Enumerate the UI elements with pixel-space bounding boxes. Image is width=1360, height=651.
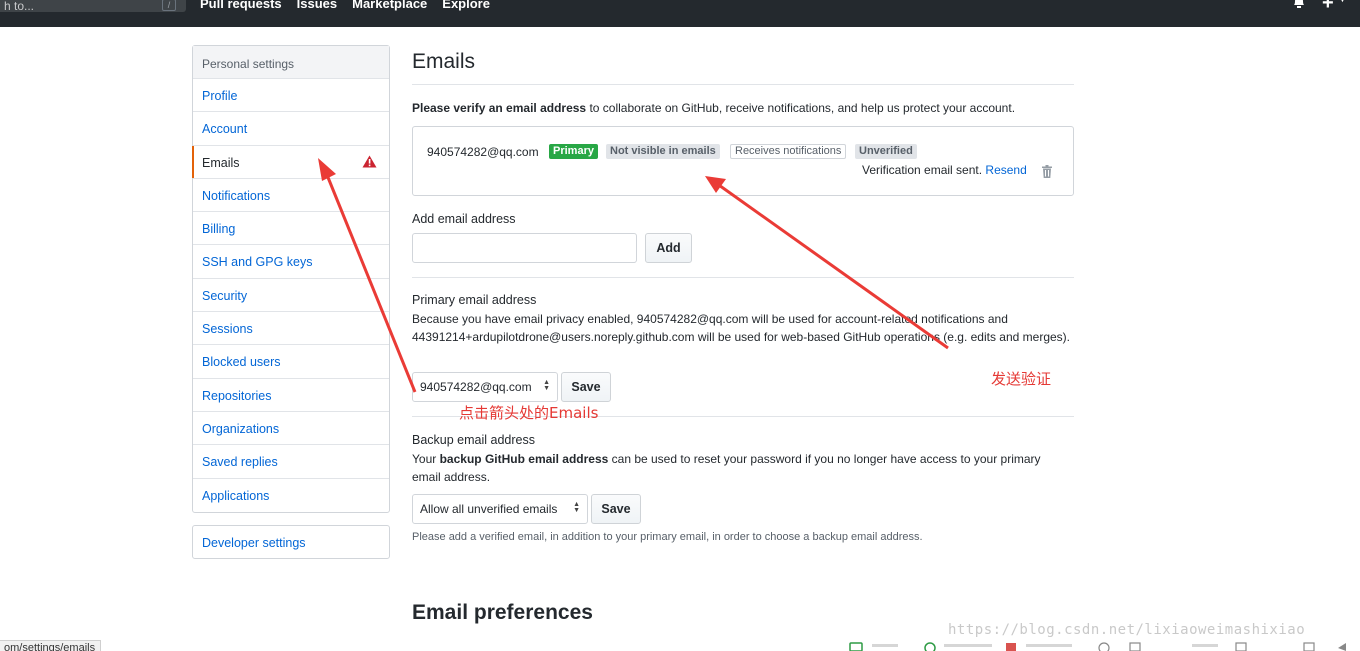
- verify-notice-text: to collaborate on GitHub, receive notifi…: [586, 101, 1016, 115]
- sidebar-item-organizations[interactable]: Organizations: [193, 412, 389, 446]
- verify-notice: Please verify an email address to collab…: [412, 101, 1015, 115]
- unverified-badge: Unverified: [855, 144, 917, 159]
- page-title: Emails: [412, 50, 476, 73]
- nav-issues[interactable]: Issues: [297, 0, 337, 11]
- email-preferences-title: Email preferences: [412, 601, 593, 624]
- nav-marketplace[interactable]: Marketplace: [352, 0, 427, 11]
- sidebar-item-blocked-users[interactable]: Blocked users: [193, 345, 389, 379]
- backup-note: Please add a verified email, in addition…: [412, 531, 923, 543]
- resend-link[interactable]: Resend: [985, 163, 1026, 177]
- verification-sent-text: Verification email sent.: [862, 163, 986, 177]
- sidebar-item-sessions[interactable]: Sessions: [193, 312, 389, 346]
- bell-icon[interactable]: [1292, 0, 1306, 8]
- primary-email-selected: 940574282@qq.com: [420, 380, 532, 394]
- add-email-input[interactable]: [412, 233, 637, 263]
- watermark: https://blog.csdn.net/lixiaoweimashixiao: [948, 622, 1306, 638]
- backup-email-label: Backup email address: [412, 433, 535, 447]
- sidebar-item-notifications[interactable]: Notifications: [193, 179, 389, 213]
- backup-text-pre: Your: [412, 452, 440, 466]
- chevron-down-icon[interactable]: ▼: [1338, 0, 1347, 4]
- trash-icon[interactable]: [1041, 165, 1053, 178]
- primary-email-select[interactable]: 940574282@qq.com ▲ ▼: [412, 372, 558, 402]
- select-arrows-icon: ▲ ▼: [543, 379, 550, 392]
- verification-status: Verification email sent. Resend: [862, 163, 1027, 177]
- sidebar-item-label: Emails: [202, 155, 240, 170]
- divider: [412, 277, 1074, 278]
- annotation-click-hint: 点击箭头处的Emails: [459, 404, 599, 422]
- primary-email-label: Primary email address: [412, 293, 537, 307]
- status-url: om/settings/emails: [0, 640, 102, 651]
- add-email-label: Add email address: [412, 212, 516, 226]
- sidebar-item-ssh-gpg-keys[interactable]: SSH and GPG keys: [193, 245, 389, 279]
- add-email-button[interactable]: Add: [645, 233, 692, 263]
- primary-email-description: Because you have email privacy enabled, …: [412, 312, 1071, 344]
- sidebar-item-security[interactable]: Security: [193, 279, 389, 313]
- backup-email-selected: Allow all unverified emails: [420, 502, 558, 516]
- email-address: 940574282@qq.com: [427, 145, 539, 159]
- sidebar-item-billing[interactable]: Billing: [193, 212, 389, 246]
- backup-email-description: Your backup GitHub email address can be …: [412, 450, 1072, 486]
- email-list-item: 940574282@qq.com Primary Not visible in …: [412, 126, 1074, 196]
- top-header: h to... / Pull requests Issues Marketpla…: [0, 0, 1360, 27]
- backup-save-button[interactable]: Save: [591, 494, 641, 524]
- search-placeholder: h to...: [4, 0, 35, 13]
- sidebar-item-emails[interactable]: Emails: [192, 145, 389, 179]
- search-input[interactable]: h to... /: [0, 0, 186, 13]
- sidebar-item-saved-replies[interactable]: Saved replies: [193, 445, 389, 479]
- create-new-icon[interactable]: +: [1322, 0, 1334, 15]
- warning-icon: [362, 155, 377, 168]
- backup-email-select[interactable]: Allow all unverified emails ▲ ▼: [412, 494, 588, 524]
- nav-pull-requests[interactable]: Pull requests: [200, 0, 282, 11]
- slash-shortcut-key: /: [162, 0, 176, 11]
- sidebar-heading: Personal settings: [193, 46, 389, 79]
- annotation-send-verify: 发送验证: [991, 370, 1052, 388]
- sidebar-item-profile[interactable]: Profile: [193, 79, 389, 113]
- sidebar-item-applications[interactable]: Applications: [193, 479, 389, 512]
- receives-notifications-badge: Receives notifications: [730, 144, 847, 159]
- sidebar-item-repositories[interactable]: Repositories: [193, 379, 389, 412]
- primary-badge: Primary: [549, 144, 598, 159]
- sidebar-item-account[interactable]: Account: [193, 112, 389, 146]
- backup-text-bold: backup GitHub email address: [439, 452, 609, 466]
- settings-sidebar: Personal settings Profile Account Emails…: [192, 45, 390, 513]
- taskbar-tray-icons: [849, 642, 1346, 651]
- sidebar-item-developer-settings[interactable]: Developer settings: [192, 525, 390, 559]
- select-arrows-icon: ▲ ▼: [573, 501, 580, 514]
- verify-notice-bold: Please verify an email address: [412, 101, 587, 115]
- not-visible-badge: Not visible in emails: [606, 144, 720, 159]
- top-nav: Pull requests Issues Marketplace Explore: [200, 0, 490, 11]
- nav-explore[interactable]: Explore: [442, 0, 490, 11]
- primary-save-button[interactable]: Save: [561, 372, 611, 402]
- divider: [412, 84, 1074, 85]
